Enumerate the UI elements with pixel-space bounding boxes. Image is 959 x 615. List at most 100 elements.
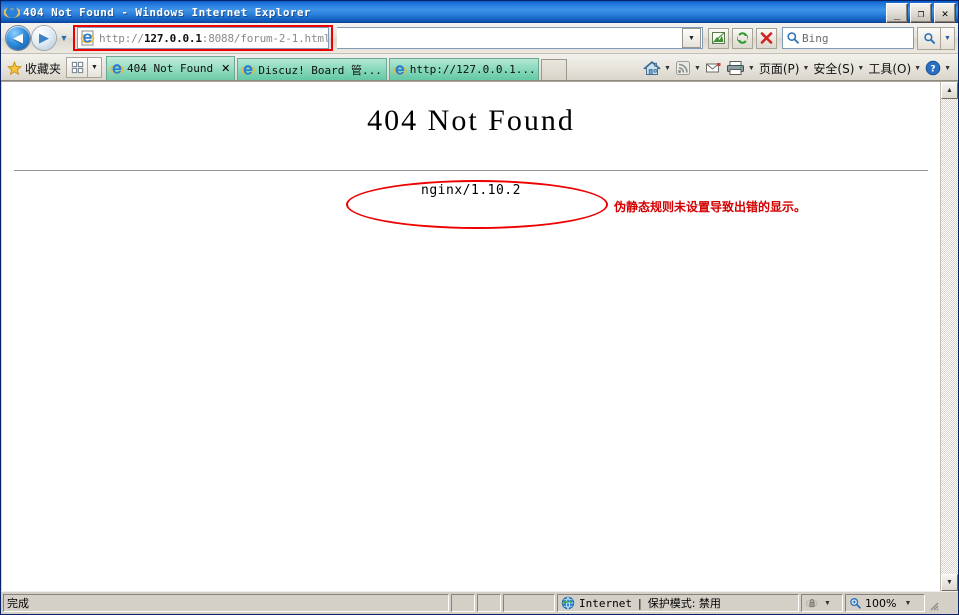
search-placeholder: Bing xyxy=(802,31,829,45)
star-icon xyxy=(7,60,22,75)
page-divider xyxy=(14,170,928,171)
favorites-bar-toggle-button[interactable] xyxy=(66,57,89,78)
protected-mode-label: 保护模式: 禁用 xyxy=(647,597,721,610)
home-icon xyxy=(643,60,661,75)
tab-label: Discuz! Board 管... xyxy=(258,63,382,77)
ie-page-icon xyxy=(80,30,96,46)
title-bar: 404 Not Found - Windows Internet Explore… xyxy=(1,1,958,23)
status-bar: 完成 Internet | 保护模式: 禁用 ▼ 100% ▼ xyxy=(1,591,958,614)
tab-404-not-found[interactable]: 404 Not Found ✕ xyxy=(106,56,236,80)
refresh-icon xyxy=(737,32,748,44)
annotation-note-text: 伪静态规则未设置导致出错的显示。 xyxy=(614,200,807,214)
zoom-control[interactable]: 100% ▼ xyxy=(845,594,925,612)
ie-logo-icon xyxy=(4,4,20,20)
feeds-icon xyxy=(675,61,690,75)
favorites-bar-caret-icon[interactable]: ▼ xyxy=(88,57,103,78)
url-suffix: :8088/forum-2-1.html xyxy=(201,31,329,45)
status-message-panel: 完成 xyxy=(3,594,449,612)
tab-discuz-board[interactable]: Discuz! Board 管... xyxy=(237,58,387,80)
minimize-button[interactable]: _ xyxy=(886,3,908,23)
home-button[interactable]: ▼ xyxy=(641,60,673,77)
search-input[interactable]: Bing xyxy=(782,27,914,49)
svg-text:?: ? xyxy=(930,65,935,75)
status-spacer-3 xyxy=(503,594,555,612)
magnifier-icon xyxy=(923,32,935,44)
server-signature: nginx/1.10.2 xyxy=(421,183,521,198)
scroll-up-button[interactable]: ▲ xyxy=(941,82,958,99)
print-button[interactable]: ▼ xyxy=(724,60,757,76)
forward-arrow-icon: ▶ xyxy=(39,30,49,46)
resize-grip[interactable] xyxy=(925,594,939,612)
page-menu[interactable]: 页面(P) ▼ xyxy=(757,60,812,77)
tools-menu[interactable]: 工具(O) ▼ xyxy=(866,60,923,77)
status-spacer-1 xyxy=(451,594,475,612)
tools-menu-caret-icon[interactable]: ▼ xyxy=(914,65,921,72)
magnifier-icon xyxy=(787,32,799,44)
home-caret-icon[interactable]: ▼ xyxy=(664,65,671,72)
mail-icon xyxy=(705,63,721,73)
tools-menu-label: 工具(O) xyxy=(868,61,912,76)
back-arrow-icon: ◀ xyxy=(13,30,23,46)
feeds-button[interactable]: ▼ xyxy=(673,60,703,76)
scroll-down-button[interactable]: ▼ xyxy=(941,574,958,591)
tab-label: http://127.0.0.1... xyxy=(409,63,534,76)
address-dropdown-area[interactable]: ▼ xyxy=(337,27,703,49)
navigation-bar: ◀ ▶ ▼ http://127.0.0.1:8088/forum-2-1.ht… xyxy=(1,23,958,54)
stop-button[interactable] xyxy=(756,27,777,49)
page-title: 404 Not Found xyxy=(367,104,575,137)
privacy-report-button[interactable]: ▼ xyxy=(801,594,843,612)
new-tab-button[interactable] xyxy=(540,59,567,80)
search-go-button[interactable] xyxy=(917,26,941,50)
grid-icon xyxy=(71,61,83,74)
address-url-text: http://127.0.0.1:8088/forum-2-1.html xyxy=(99,31,329,45)
tab-localhost[interactable]: http://127.0.0.1... xyxy=(388,58,539,80)
safety-menu-caret-icon[interactable]: ▼ xyxy=(857,65,864,72)
window-controls: _ ❐ ✕ xyxy=(886,3,956,23)
browser-viewport: 404 Not Found 伪静态规则未设置导致出错的显示。 nginx/1.1… xyxy=(1,81,958,591)
tab-close-icon[interactable]: ✕ xyxy=(221,62,230,75)
tab-label: 404 Not Found xyxy=(127,62,214,75)
address-bar-extension: ▼ xyxy=(337,27,705,49)
ie-page-icon xyxy=(241,64,256,75)
security-zone-panel[interactable]: Internet | 保护模式: 禁用 xyxy=(557,594,799,612)
mail-button[interactable] xyxy=(703,61,724,75)
refresh-button[interactable] xyxy=(732,27,753,49)
help-button[interactable]: ? ▼ xyxy=(923,60,953,76)
ie-page-icon xyxy=(110,63,124,74)
window-title: 404 Not Found - Windows Internet Explore… xyxy=(23,5,311,19)
privacy-caret-icon[interactable]: ▼ xyxy=(824,600,831,607)
recent-pages-caret-icon[interactable]: ▼ xyxy=(57,33,71,43)
tab-strip: 404 Not Found ✕ Discuz! Board 管... http:… xyxy=(106,54,569,80)
compatibility-view-button[interactable] xyxy=(708,27,729,49)
page-menu-caret-icon[interactable]: ▼ xyxy=(802,65,809,72)
safety-menu-label: 安全(S) xyxy=(813,61,855,76)
status-message: 完成 xyxy=(7,597,29,610)
favorites-button[interactable]: 收藏夹 xyxy=(4,57,66,79)
help-icon: ? xyxy=(925,60,941,76)
print-caret-icon[interactable]: ▼ xyxy=(748,65,755,72)
compatibility-view-icon xyxy=(712,32,725,44)
address-input[interactable]: http://127.0.0.1:8088/forum-2-1.html xyxy=(77,27,329,49)
favorites-label: 收藏夹 xyxy=(25,61,62,76)
url-host: 127.0.0.1 xyxy=(143,31,202,45)
help-caret-icon[interactable]: ▼ xyxy=(944,65,951,72)
search-dropdown-caret-icon[interactable]: ▼ xyxy=(941,26,955,50)
close-button[interactable]: ✕ xyxy=(934,3,956,23)
address-dropdown-caret-icon[interactable]: ▼ xyxy=(682,28,701,48)
feeds-caret-icon[interactable]: ▼ xyxy=(694,65,701,72)
safety-menu[interactable]: 安全(S) ▼ xyxy=(811,60,866,77)
privacy-lock-icon xyxy=(805,599,818,608)
vertical-scrollbar[interactable]: ▲ ▼ xyxy=(940,82,958,591)
url-prefix: http:// xyxy=(99,31,144,45)
zoom-level-label: 100% xyxy=(865,596,897,610)
page-menu-label: 页面(P) xyxy=(758,61,800,76)
ie-browser-window: 404 Not Found - Windows Internet Explore… xyxy=(0,0,959,615)
command-bar: ▼ ▼ ▼ 页面(P) ▼ 安全(S) ▼ 工具(O) ▼ ? ▼ xyxy=(641,56,955,80)
stop-icon xyxy=(760,32,773,44)
forward-button[interactable]: ▶ xyxy=(32,26,56,50)
address-bar-annotation-box: http://127.0.0.1:8088/forum-2-1.html xyxy=(73,25,333,51)
maximize-button[interactable]: ❐ xyxy=(910,3,932,23)
zoom-caret-icon[interactable]: ▼ xyxy=(904,600,911,607)
page-document: 404 Not Found 伪静态规则未设置导致出错的显示。 nginx/1.1… xyxy=(1,82,940,591)
back-button[interactable]: ◀ xyxy=(6,26,30,50)
